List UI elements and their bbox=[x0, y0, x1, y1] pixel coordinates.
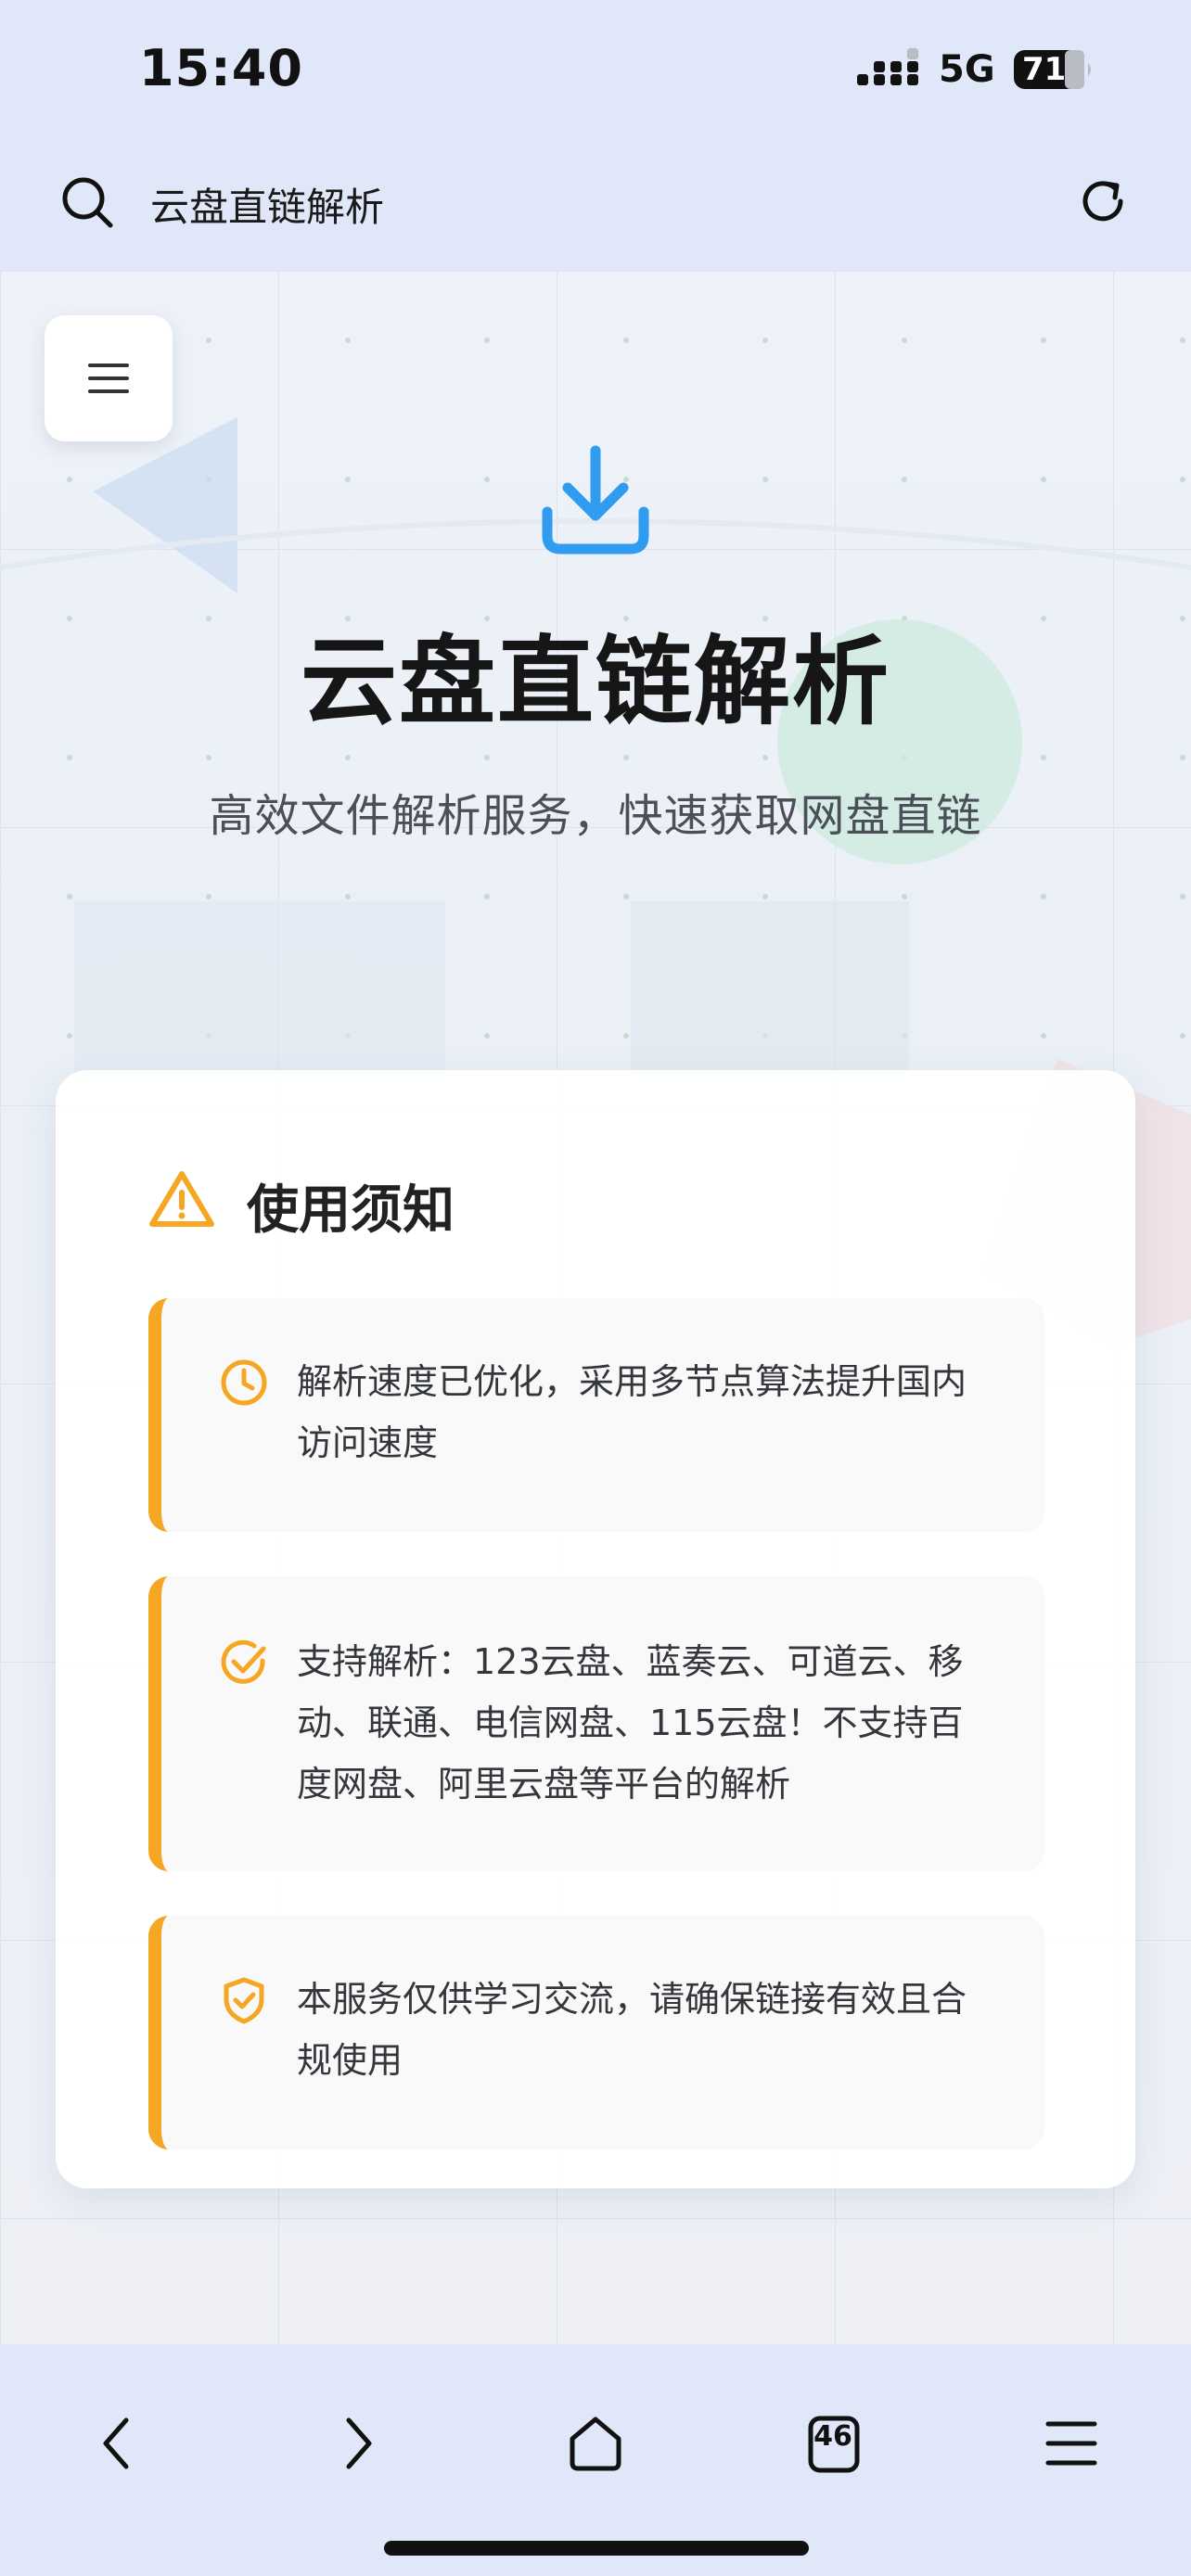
notice-item-text: 解析速度已优化，采用多节点算法提升国内访问速度 bbox=[297, 1361, 967, 1463]
back-icon[interactable] bbox=[85, 2411, 150, 2476]
reload-icon[interactable] bbox=[1074, 172, 1132, 230]
clock-icon bbox=[221, 1359, 267, 1406]
signal-icon bbox=[857, 48, 918, 85]
url-title[interactable]: 云盘直链解析 bbox=[150, 176, 384, 233]
check-circle-icon bbox=[221, 1639, 266, 1684]
notice-item-support: 支持解析：123云盘、蓝奏云、可道云、移动、联通、电信网盘、115云盘！不支持百… bbox=[148, 1576, 1044, 1871]
notice-item-speed: 解析速度已优化，采用多节点算法提升国内访问速度 bbox=[148, 1298, 1044, 1532]
menu-icon[interactable] bbox=[1039, 2411, 1104, 2476]
status-time: 15:40 bbox=[139, 39, 303, 97]
network-label: 5G bbox=[939, 48, 995, 91]
notice-item-text: 支持解析：123云盘、蓝奏云、可道云、移动、联通、电信网盘、115云盘！不支持百… bbox=[297, 1641, 964, 1804]
forward-icon[interactable] bbox=[325, 2411, 390, 2476]
warning-icon bbox=[149, 1171, 214, 1227]
page-subtitle: 高效文件解析服务，快速获取网盘直链 bbox=[209, 790, 982, 842]
status-bar: 15:40 5G 71 bbox=[0, 0, 1191, 139]
menu-button[interactable] bbox=[45, 315, 173, 441]
page-title: 云盘直链解析 bbox=[300, 625, 890, 738]
home-indicator[interactable] bbox=[384, 2541, 809, 2556]
search-icon[interactable] bbox=[58, 172, 117, 232]
notice-item-text: 本服务仅供学习交流，请确保链接有效且合规使用 bbox=[297, 1979, 967, 2081]
download-icon bbox=[542, 445, 649, 555]
shield-check-icon bbox=[224, 1977, 264, 2024]
battery-level: 71 bbox=[1022, 51, 1067, 88]
url-bar[interactable]: 云盘直链解析 bbox=[0, 139, 1191, 271]
notice-item-disclaimer: 本服务仅供学习交流，请确保链接有效且合规使用 bbox=[148, 1916, 1044, 2149]
notice-title: 使用须知 bbox=[247, 1180, 455, 1241]
battery-icon: 71 bbox=[1013, 48, 1095, 91]
home-icon[interactable] bbox=[563, 2411, 628, 2476]
tab-count[interactable]: 46 bbox=[810, 2411, 856, 2463]
hamburger-icon bbox=[88, 363, 129, 393]
